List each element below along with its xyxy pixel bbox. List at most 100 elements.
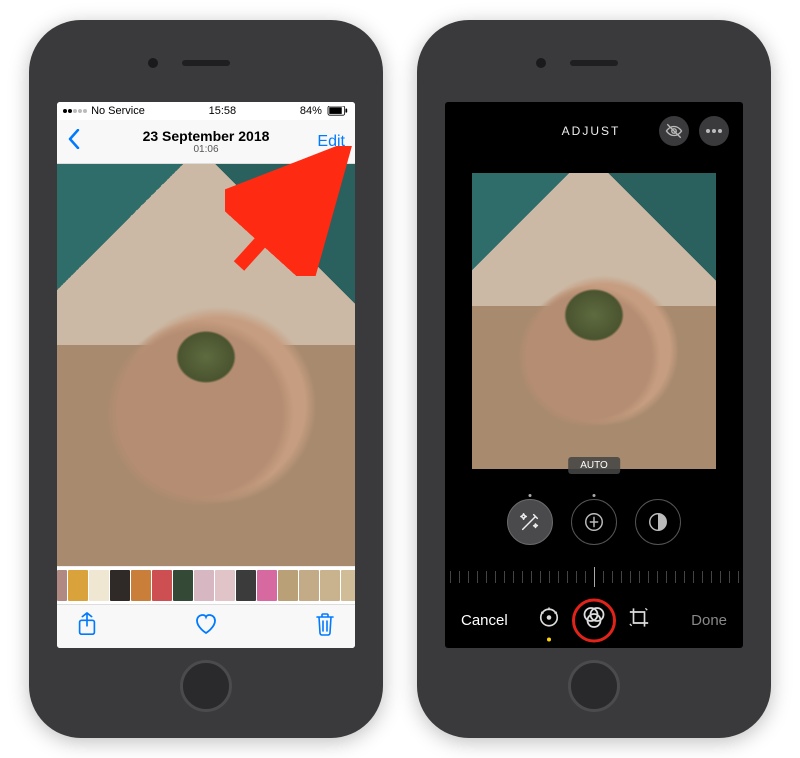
magic-wand-icon	[519, 511, 541, 533]
trash-icon	[315, 612, 335, 636]
heart-icon	[194, 613, 218, 635]
main-photo[interactable]	[57, 164, 355, 566]
speaker-grille	[570, 60, 618, 66]
home-button[interactable]	[180, 660, 232, 712]
speaker-grille	[182, 60, 230, 66]
slider-tick	[657, 571, 658, 583]
thumbnail-strip[interactable]	[57, 566, 355, 604]
slider-tick	[522, 571, 523, 583]
thumbnail[interactable]	[341, 570, 355, 601]
front-camera	[536, 58, 546, 68]
slider-tick	[675, 571, 676, 583]
filters-tab[interactable]	[582, 607, 606, 634]
thumbnail[interactable]	[257, 570, 277, 601]
clock: 15:58	[209, 105, 237, 117]
thumbnail[interactable]	[57, 570, 67, 601]
thumbnail[interactable]	[131, 570, 151, 601]
slider-tick	[693, 571, 694, 583]
editor-bottom-bar: Cancel Done	[445, 592, 743, 648]
share-icon	[77, 612, 97, 636]
slider-tick	[711, 571, 712, 583]
slider-tick	[603, 571, 604, 583]
slider-tick	[504, 571, 505, 583]
slider-tick	[549, 571, 550, 583]
signal-dots-icon	[63, 105, 88, 117]
slider-tick	[468, 571, 469, 583]
slider-tick	[621, 571, 622, 583]
thumbnail[interactable]	[110, 570, 130, 601]
slider-tick	[738, 571, 739, 583]
thumbnail[interactable]	[278, 570, 298, 601]
thumbnail[interactable]	[89, 570, 109, 601]
thumbnail[interactable]	[173, 570, 193, 601]
slider-tick	[585, 571, 586, 583]
front-camera	[148, 58, 158, 68]
slider-tick	[513, 571, 514, 583]
editor-canvas[interactable]: AUTO	[445, 160, 743, 482]
adjustment-slider[interactable]	[445, 562, 743, 592]
home-button[interactable]	[568, 660, 620, 712]
slider-tick	[450, 571, 451, 583]
slider-tick	[495, 571, 496, 583]
navbar: 23 September 2018 01:06 Edit	[57, 120, 355, 164]
contrast-icon	[647, 511, 669, 533]
thumbnail[interactable]	[194, 570, 214, 601]
crop-tab[interactable]	[628, 607, 650, 634]
toggle-original-button[interactable]	[659, 116, 689, 146]
slider-tick	[531, 571, 532, 583]
slider-tick	[720, 571, 721, 583]
thumbnail[interactable]	[152, 570, 172, 601]
more-button[interactable]	[699, 116, 729, 146]
eye-slash-icon	[665, 122, 683, 140]
auto-enhance-button[interactable]	[507, 499, 553, 545]
slider-tick	[486, 571, 487, 583]
thumbnail[interactable]	[215, 570, 235, 601]
delete-button[interactable]	[315, 612, 335, 641]
device-frame: ADJUST AUTO	[429, 32, 759, 726]
device-photo-editor: ADJUST AUTO	[417, 20, 771, 738]
adjustment-controls	[445, 482, 743, 562]
slider-tick	[702, 571, 703, 583]
photo-time: 01:06	[57, 144, 355, 155]
back-button[interactable]	[67, 129, 81, 155]
thumbnail[interactable]	[320, 570, 340, 601]
battery-percent: 84%	[300, 105, 322, 117]
crop-icon	[628, 607, 650, 629]
status-right: 84%	[300, 105, 349, 117]
share-button[interactable]	[77, 612, 97, 641]
screen-right: ADJUST AUTO	[445, 102, 743, 648]
device-photos-viewer: No Service 15:58 84% 23 September 2018 0…	[29, 20, 383, 738]
brilliance-button[interactable]	[635, 499, 681, 545]
exposure-icon	[583, 511, 605, 533]
carrier-label: No Service	[91, 105, 145, 117]
battery-icon	[327, 106, 349, 116]
slider-tick	[612, 571, 613, 583]
photo-date: 23 September 2018	[57, 128, 355, 144]
device-frame: No Service 15:58 84% 23 September 2018 0…	[41, 32, 371, 726]
slider-tick	[558, 571, 559, 583]
status-left: No Service	[63, 105, 145, 117]
slider-tick	[540, 571, 541, 583]
active-indicator-dot	[547, 638, 551, 642]
favorite-button[interactable]	[194, 613, 218, 640]
screen-left: No Service 15:58 84% 23 September 2018 0…	[57, 102, 355, 648]
edit-mode-switcher	[538, 607, 650, 634]
bottom-toolbar	[57, 604, 355, 648]
ellipsis-icon	[706, 129, 722, 133]
thumbnail[interactable]	[236, 570, 256, 601]
slider-tick	[477, 571, 478, 583]
slider-tick	[576, 571, 577, 583]
thumbnail[interactable]	[299, 570, 319, 601]
slider-tick	[639, 571, 640, 583]
edit-button[interactable]: Edit	[317, 133, 345, 151]
slider-tick	[630, 571, 631, 583]
thumbnail[interactable]	[68, 570, 88, 601]
title-container: 23 September 2018 01:06	[57, 128, 355, 155]
adjust-tab[interactable]	[538, 607, 560, 634]
exposure-button[interactable]	[571, 499, 617, 545]
cancel-button[interactable]: Cancel	[461, 612, 508, 629]
slider-tick	[594, 567, 595, 587]
dial-icon	[538, 607, 560, 629]
done-button[interactable]: Done	[691, 612, 727, 629]
slider-tick	[729, 571, 730, 583]
